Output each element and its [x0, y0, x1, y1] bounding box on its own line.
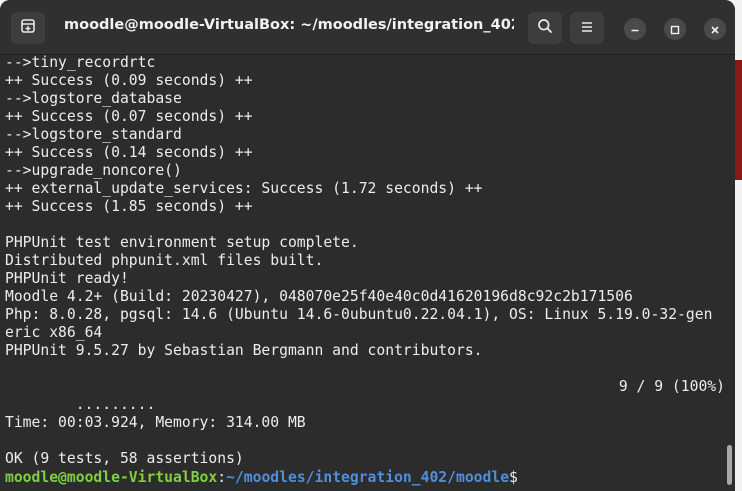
close-button[interactable] — [704, 18, 726, 40]
output-line: PHPUnit 9.5.27 by Sebastian Bergmann and… — [5, 342, 483, 359]
output-line: -->logstore_standard — [5, 126, 182, 143]
output-line: Moodle 4.2+ (Build: 20230427), 048070e25… — [5, 288, 633, 305]
new-tab-button[interactable] — [11, 12, 45, 44]
prompt-path: ~/moodles/integration_402/moodle — [226, 469, 510, 486]
output-line: eric x86_64 — [5, 324, 103, 341]
hamburger-menu-icon — [580, 19, 594, 38]
output-line: PHPUnit test environment setup complete. — [5, 234, 359, 251]
minimize-button[interactable] — [624, 18, 646, 40]
output-line: OK (9 tests, 58 assertions) — [5, 450, 244, 467]
window-title: moodle@moodle-VirtualBox: ~/moodles/inte… — [64, 17, 514, 33]
output-line: -->logstore_database — [5, 90, 182, 107]
titlebar: moodle@moodle-VirtualBox: ~/moodles/inte… — [0, 0, 735, 55]
terminal-window: moodle@moodle-VirtualBox: ~/moodles/inte… — [0, 0, 735, 491]
output-line: Php: 8.0.28, pgsql: 14.6 (Ubuntu 14.6-0u… — [5, 306, 713, 323]
shell-prompt[interactable]: moodle@moodle-VirtualBox:~/moodles/integ… — [5, 468, 725, 486]
output-line: ++ Success (0.07 seconds) ++ — [5, 108, 253, 125]
output-line: Distributed phpunit.xml files built. — [5, 252, 324, 269]
search-button[interactable] — [528, 12, 562, 44]
menu-button[interactable] — [570, 12, 604, 44]
prompt-symbol: $ — [509, 469, 518, 486]
minimize-icon — [630, 20, 640, 39]
terminal-lines: -->tiny_recordrtc ++ Success (0.09 secon… — [5, 54, 725, 486]
scrollbar[interactable] — [725, 55, 733, 491]
maximize-button[interactable] — [664, 18, 686, 40]
progress-count: 9 / 9 (100%) — [618, 378, 725, 395]
progress-dots: ......... — [75, 396, 156, 413]
prompt-user-host: moodle@moodle-VirtualBox — [5, 469, 218, 486]
new-tab-icon — [20, 18, 36, 38]
text-cursor — [518, 468, 520, 482]
output-line: ++ Success (1.85 seconds) ++ — [5, 198, 253, 215]
test-progress-line: ......... 9 / 9 (100%) — [5, 378, 725, 413]
output-line: PHPUnit ready! — [5, 270, 129, 287]
search-icon — [537, 18, 553, 38]
prompt-separator: : — [217, 469, 227, 486]
output-line: ++ Success (0.09 seconds) ++ — [5, 72, 253, 89]
terminal-output[interactable]: -->tiny_recordrtc ++ Success (0.09 secon… — [0, 54, 735, 491]
output-line: ++ external_update_services: Success (1.… — [5, 180, 483, 197]
output-line: -->upgrade_noncore() — [5, 162, 182, 179]
output-line: Time: 00:03.924, Memory: 314.00 MB — [5, 414, 306, 431]
output-line: -->tiny_recordrtc — [5, 54, 156, 71]
scrollbar-thumb[interactable] — [727, 445, 732, 485]
close-icon — [710, 20, 720, 39]
output-line: ++ Success (0.14 seconds) ++ — [5, 144, 253, 161]
maximize-icon — [670, 20, 680, 39]
